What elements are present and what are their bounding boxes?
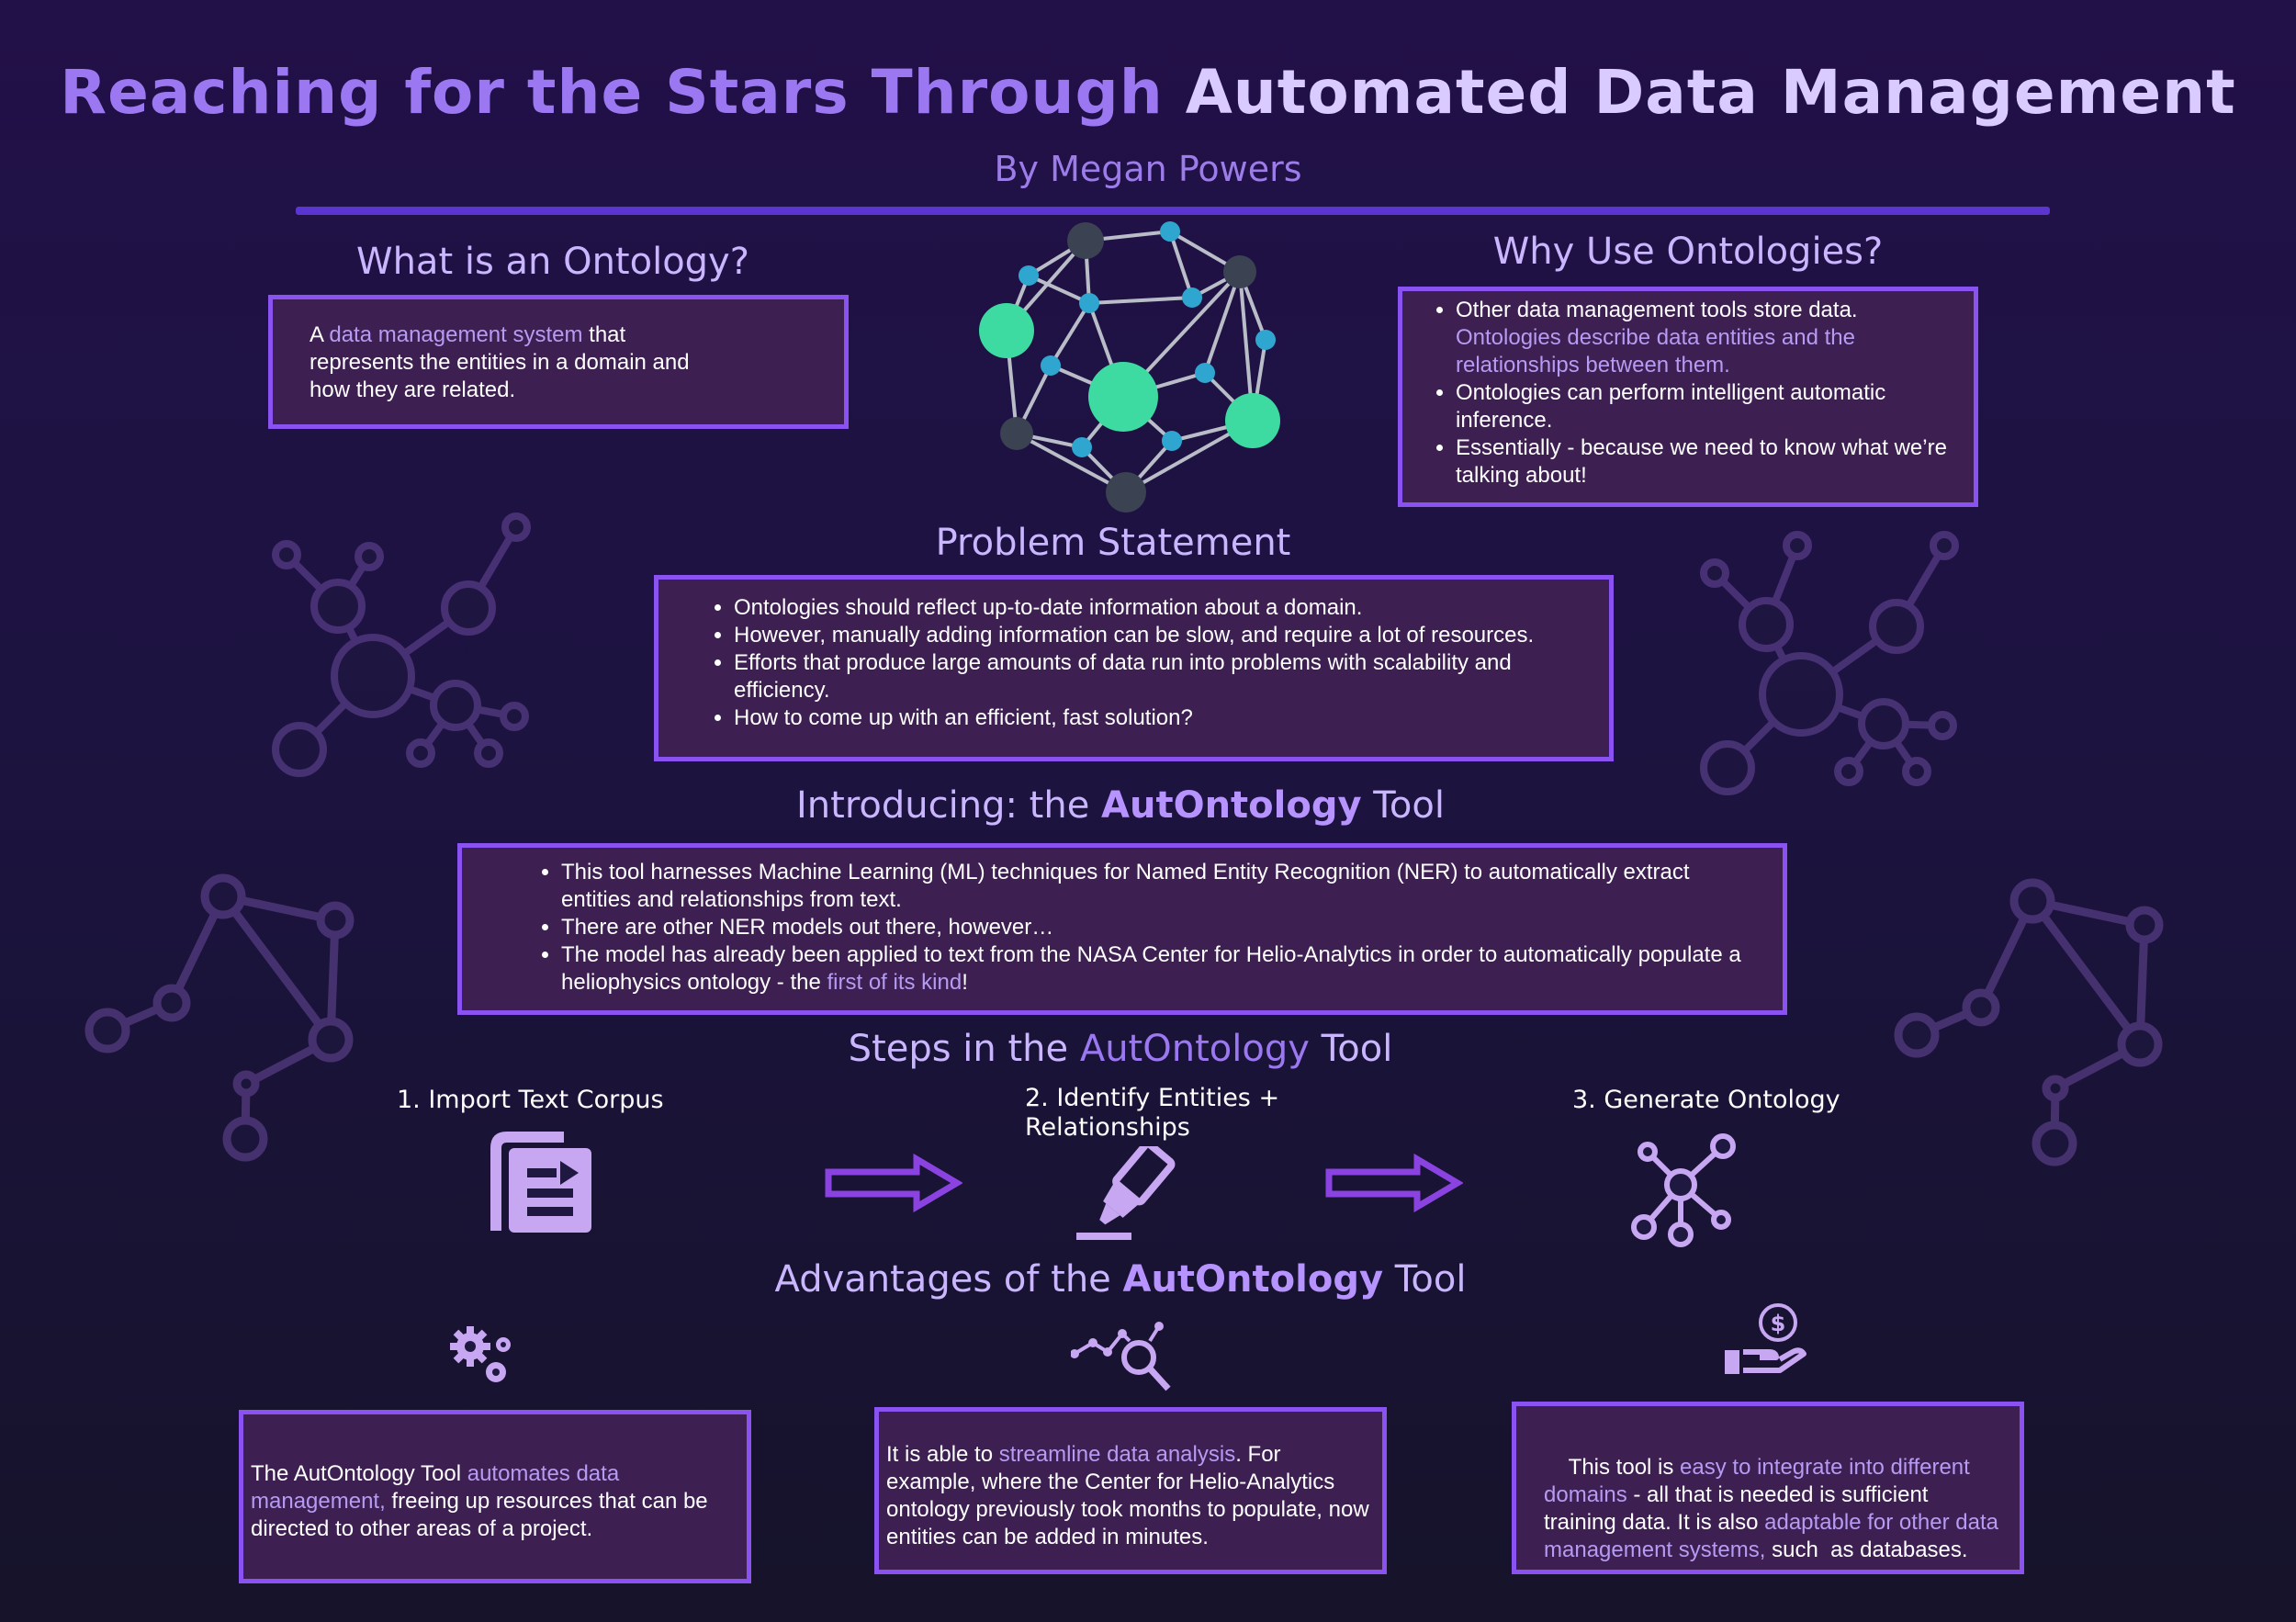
problem-item: Ontologies should reflect up-to-date inf… <box>734 594 1591 622</box>
document-icon <box>490 1132 591 1233</box>
money-hand-icon: $ <box>1725 1303 1806 1374</box>
ontology-definition-heading: What is an Ontology? <box>356 241 749 283</box>
step-2-label: 2. Identify Entities + Relationships <box>1025 1084 1280 1142</box>
step-3-label: 3. Generate Ontology <box>1572 1086 1840 1114</box>
hub-network-icon <box>1631 1133 1736 1247</box>
step-1-label: 1. Import Text Corpus <box>397 1086 664 1114</box>
advantage-text: It is able to streamline data analysis. … <box>886 1442 1369 1549</box>
advantages-heading: Advantages of the AutOntology Tool <box>774 1258 1467 1301</box>
title-part-2: Automated Data Management <box>1185 57 2236 128</box>
advantage-box-automation: The AutOntology Tool automates data mana… <box>239 1410 751 1583</box>
steps-heading: Steps in the AutOntology Tool <box>848 1028 1393 1070</box>
advantage-box-integration: This tool is easy to integrate into diff… <box>1512 1402 2024 1574</box>
advantage-text: This tool is easy to integrate into diff… <box>1544 1455 2005 1562</box>
ontology-definition-box: A data management system that represents… <box>268 295 849 429</box>
intro-heading: Introducing: the AutOntology Tool <box>796 784 1445 827</box>
right-arrow-icon <box>825 1154 962 1212</box>
decorative-constellation-right <box>1894 878 2164 1166</box>
why-use-item: Other data management tools store data.O… <box>1456 297 1955 379</box>
analytics-search-icon <box>1071 1322 1171 1391</box>
why-use-item: Essentially - because we need to know wh… <box>1456 434 1955 490</box>
intro-item: There are other NER models out there, ho… <box>561 914 1755 941</box>
problem-statement-box: Ontologies should reflect up-to-date inf… <box>654 575 1614 761</box>
problem-item: However, manually adding information can… <box>734 622 1591 649</box>
network-graph-icon <box>979 221 1280 513</box>
right-arrow-icon <box>1325 1154 1463 1212</box>
intro-item: This tool harnesses Machine Learning (ML… <box>561 859 1755 914</box>
problem-item: How to come up with an efficient, fast s… <box>734 704 1591 732</box>
decorative-molecule-left-top <box>272 513 531 777</box>
decorative-constellation-left <box>84 873 355 1162</box>
intro-box: This tool harnesses Machine Learning (ML… <box>457 843 1787 1015</box>
problem-statement-heading: Problem Statement <box>935 522 1291 564</box>
intro-item: The model has already been applied to te… <box>561 941 1755 997</box>
intro-highlight: first of its kind <box>827 970 962 995</box>
problem-item: Efforts that produce large amounts of da… <box>734 649 1591 704</box>
decorative-molecule-right-top <box>1700 531 1959 795</box>
why-use-heading: Why Use Ontologies? <box>1492 231 1884 273</box>
gears-icon <box>450 1326 511 1382</box>
advantage-text: The AutOntology Tool automates data mana… <box>251 1461 708 1541</box>
svg-text:$: $ <box>1771 1311 1786 1336</box>
ontology-definition-highlight: data management system <box>329 322 583 347</box>
why-use-item: Ontologies can perform intelligent autom… <box>1456 379 1955 434</box>
title-part-1: Reaching for the Stars Through <box>60 57 1164 128</box>
author-byline: By Megan Powers <box>994 149 1302 189</box>
why-use-highlight: Ontologies describe data entities and th… <box>1456 325 1855 377</box>
highlighter-icon <box>1076 1146 1176 1240</box>
why-use-box: Other data management tools store data.O… <box>1398 287 1978 507</box>
advantage-box-streamline: It is able to streamline data analysis. … <box>874 1407 1387 1574</box>
poster-title: Reaching for the Stars Through Automated… <box>0 57 2296 128</box>
ontology-definition-text: A data management system that represents… <box>310 322 690 402</box>
